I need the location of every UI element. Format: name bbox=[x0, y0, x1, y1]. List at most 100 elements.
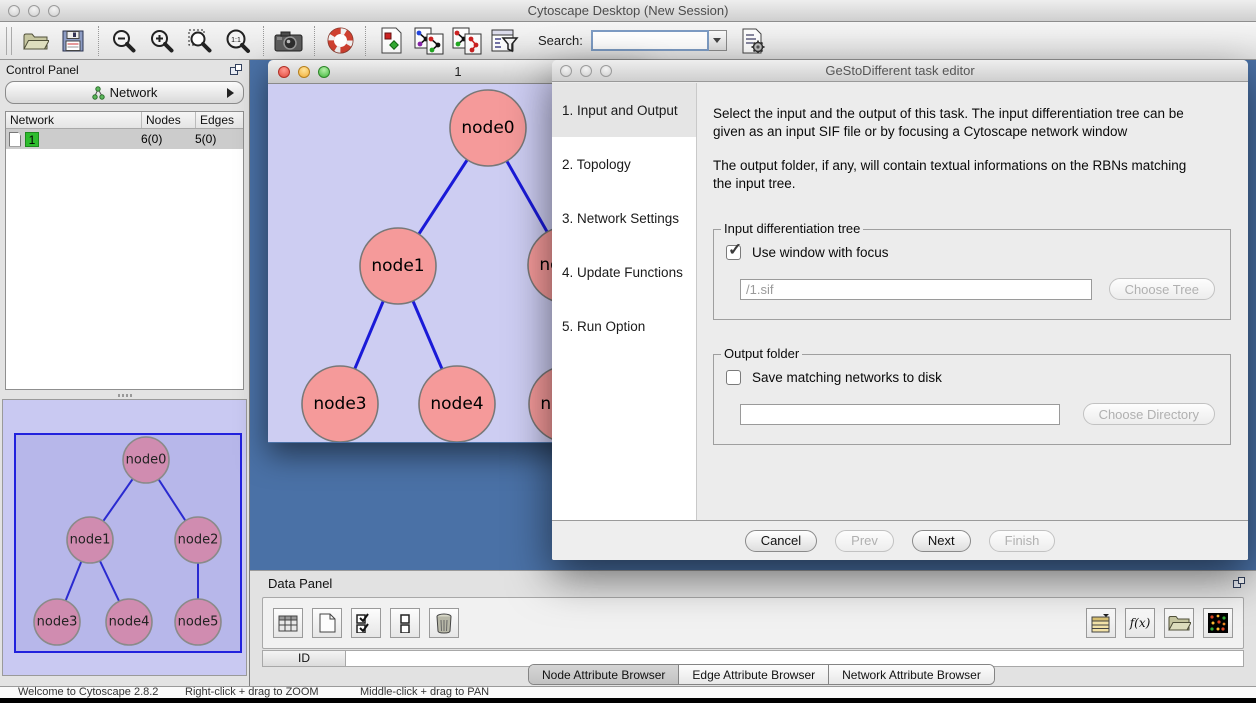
filter-button[interactable] bbox=[486, 25, 524, 57]
svg-text:node2: node2 bbox=[178, 533, 219, 548]
minimize-icon[interactable] bbox=[28, 5, 40, 17]
network-table-body: 16(0)5(0) bbox=[6, 129, 243, 149]
copy-network-button[interactable] bbox=[448, 25, 486, 57]
zoom-out-button[interactable] bbox=[105, 25, 143, 57]
table-grid-button[interactable] bbox=[273, 608, 303, 638]
id-column-header[interactable]: ID bbox=[262, 650, 346, 667]
open-button[interactable] bbox=[16, 25, 54, 57]
zoom-fit-icon: 1:1 bbox=[225, 28, 251, 54]
float-panel-icon[interactable] bbox=[230, 64, 243, 76]
new-attribute-icon bbox=[319, 613, 336, 633]
input-tree-group: Input differentiation tree Use window wi… bbox=[713, 229, 1231, 320]
import-attributes-button[interactable] bbox=[1164, 608, 1194, 638]
search-label: Search: bbox=[538, 33, 583, 48]
snapshot-button[interactable] bbox=[270, 25, 308, 57]
tab-network-attribute-browser[interactable]: Network Attribute Browser bbox=[828, 665, 994, 684]
choose-directory-button[interactable]: Choose Directory bbox=[1083, 403, 1215, 425]
column-header[interactable]: Network bbox=[6, 112, 141, 128]
birdseye-view[interactable]: node0node1node2node3node4node5 bbox=[2, 399, 247, 676]
status-text: Right-click + drag to ZOOM bbox=[185, 687, 319, 698]
use-window-checkbox[interactable] bbox=[726, 245, 741, 260]
save-button[interactable] bbox=[54, 25, 92, 57]
help-icon bbox=[327, 27, 354, 54]
app-title: Cytoscape Desktop (New Session) bbox=[528, 3, 729, 18]
window-controls[interactable] bbox=[8, 5, 60, 17]
select-attributes-button[interactable] bbox=[351, 608, 381, 638]
unselect-attributes-icon bbox=[398, 613, 412, 633]
wizard-step[interactable]: 4. Update Functions bbox=[552, 245, 696, 299]
zoom-selected-icon bbox=[187, 28, 213, 54]
save-networks-checkbox[interactable] bbox=[726, 370, 741, 385]
minimize-icon[interactable] bbox=[580, 65, 592, 77]
tab-edge-attribute-browser[interactable]: Edge Attribute Browser bbox=[678, 665, 828, 684]
output-folder-field[interactable] bbox=[740, 404, 1060, 425]
data-panel-title: Data Panel bbox=[268, 576, 332, 591]
next-button[interactable]: Next bbox=[912, 530, 971, 552]
dialog-title: GeStoDifferent task editor bbox=[825, 63, 974, 78]
zoom-window-icon[interactable] bbox=[48, 5, 60, 17]
network-row[interactable]: 16(0)5(0) bbox=[6, 129, 243, 149]
close-icon[interactable] bbox=[278, 66, 290, 78]
wizard-step[interactable]: 5. Run Option bbox=[552, 299, 696, 353]
main-toolbar: 1:1 Search: bbox=[0, 22, 1256, 60]
heatmap-button[interactable] bbox=[1203, 608, 1233, 638]
tab-network[interactable]: Network bbox=[5, 81, 244, 104]
dialog-titlebar[interactable]: GeStoDifferent task editor bbox=[552, 60, 1248, 82]
minimize-icon[interactable] bbox=[298, 66, 310, 78]
input-tree-field[interactable] bbox=[740, 279, 1092, 300]
snapshot-icon bbox=[273, 28, 305, 54]
cancel-button[interactable]: Cancel bbox=[745, 530, 817, 552]
delete-attribute-button[interactable] bbox=[429, 608, 459, 638]
svg-text:node3: node3 bbox=[37, 615, 78, 630]
unselect-attributes-button[interactable] bbox=[390, 608, 420, 638]
zoom-window-icon[interactable] bbox=[600, 65, 612, 77]
column-header[interactable]: Edges bbox=[195, 112, 243, 128]
help-button[interactable] bbox=[321, 25, 359, 57]
new-attribute-button[interactable] bbox=[312, 608, 342, 638]
network-tree-icon bbox=[92, 86, 105, 100]
tab-network-label: Network bbox=[110, 85, 158, 100]
svg-text:node3: node3 bbox=[313, 394, 366, 414]
app-titlebar: Cytoscape Desktop (New Session) bbox=[0, 0, 1256, 22]
attribute-list-button[interactable] bbox=[1086, 608, 1116, 638]
zoom-selected-button[interactable] bbox=[181, 25, 219, 57]
toolbar-separator bbox=[365, 26, 366, 56]
tab-node-attribute-browser[interactable]: Node Attribute Browser bbox=[529, 665, 678, 684]
new-network-button[interactable] bbox=[410, 25, 448, 57]
chevron-right-icon[interactable] bbox=[227, 88, 234, 98]
zoom-in-button[interactable] bbox=[143, 25, 181, 57]
dialog-window-controls[interactable] bbox=[560, 65, 612, 77]
search-dropdown-button[interactable] bbox=[709, 30, 727, 51]
gestodifferent-dialog[interactable]: GeStoDifferent task editor 1. Input and … bbox=[552, 60, 1248, 560]
toolbar-grip[interactable] bbox=[6, 27, 12, 55]
copy-network-icon bbox=[452, 27, 482, 55]
close-icon[interactable] bbox=[8, 5, 20, 17]
output-folder-group-title: Output folder bbox=[721, 346, 802, 361]
vizmapper-button[interactable] bbox=[372, 25, 410, 57]
choose-tree-button[interactable]: Choose Tree bbox=[1109, 278, 1215, 300]
panel-splitter[interactable] bbox=[0, 392, 249, 399]
close-icon[interactable] bbox=[560, 65, 572, 77]
function-builder-button[interactable]: f(x) bbox=[1125, 608, 1155, 638]
wizard-step[interactable]: 2. Topology bbox=[552, 137, 696, 191]
output-folder-group: Output folder Save matching networks to … bbox=[713, 354, 1231, 445]
zoom-fit-button[interactable]: 1:1 bbox=[219, 25, 257, 57]
input-tree-group-title: Input differentiation tree bbox=[721, 221, 863, 236]
finish-button[interactable]: Finish bbox=[989, 530, 1056, 552]
cytoscape-desktop: Cytoscape Desktop (New Session) 1:1 Sear… bbox=[0, 0, 1256, 703]
zoom-window-icon[interactable] bbox=[318, 66, 330, 78]
table-cell: 6(0) bbox=[141, 132, 195, 146]
search-input[interactable] bbox=[591, 30, 709, 51]
network-window-controls[interactable] bbox=[278, 66, 330, 78]
prev-button[interactable]: Prev bbox=[835, 530, 894, 552]
wizard-step[interactable]: 3. Network Settings bbox=[552, 191, 696, 245]
column-header[interactable]: Nodes bbox=[141, 112, 195, 128]
intro-paragraph-1: Select the input and the output of this … bbox=[713, 105, 1205, 140]
function-builder-icon: f(x) bbox=[1130, 616, 1151, 630]
svg-text:node5: node5 bbox=[178, 615, 219, 630]
preferences-button[interactable] bbox=[735, 25, 773, 57]
svg-text:node0: node0 bbox=[461, 118, 514, 138]
wizard-step[interactable]: 1. Input and Output bbox=[552, 83, 696, 137]
data-panel-toolbar: f(x) bbox=[262, 597, 1244, 649]
float-panel-icon[interactable] bbox=[1233, 577, 1246, 589]
